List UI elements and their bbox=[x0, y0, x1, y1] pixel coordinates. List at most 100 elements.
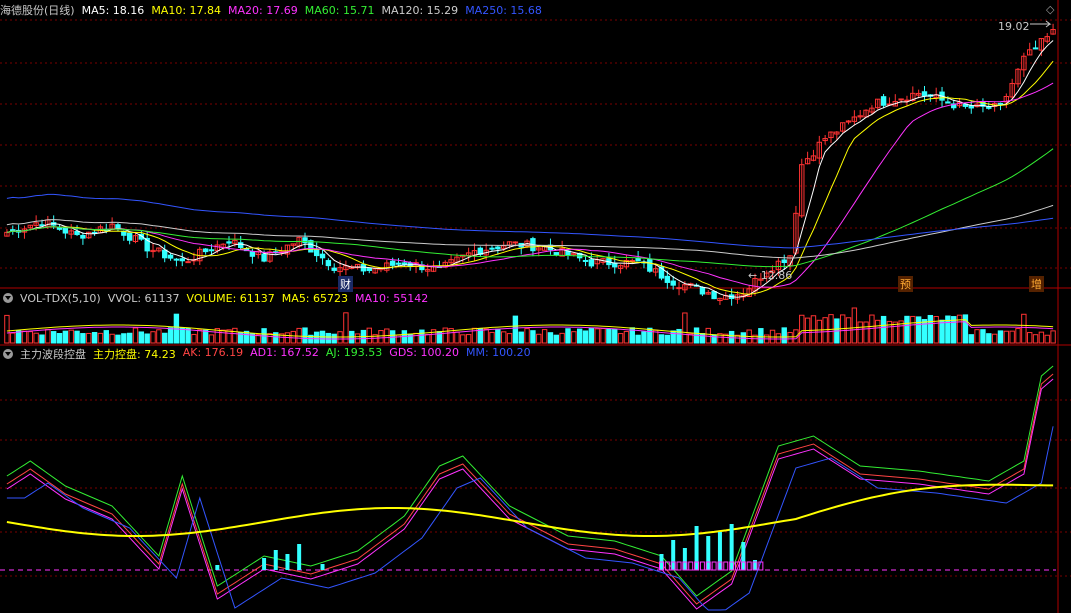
volume-bar bbox=[425, 333, 431, 344]
price-indicator: MA60: 15.71 bbox=[304, 3, 375, 17]
event-mark-financial[interactable]: 财 bbox=[338, 276, 353, 292]
volume-bar bbox=[1003, 330, 1010, 344]
control-indicator: MM: 100.20 bbox=[465, 346, 531, 359]
candle-body bbox=[395, 262, 402, 265]
volume-bar bbox=[1021, 313, 1027, 344]
candle-body bbox=[226, 241, 232, 244]
control-histogram-bar bbox=[285, 554, 290, 570]
control-line bbox=[6, 426, 1054, 611]
volume-bar bbox=[167, 327, 174, 344]
volume-bar bbox=[442, 327, 448, 344]
control-histogram-bar bbox=[717, 532, 722, 570]
volume-bar bbox=[50, 331, 57, 344]
volume-bar bbox=[202, 329, 209, 344]
volume-bar bbox=[915, 316, 922, 344]
volume-bar bbox=[68, 329, 74, 344]
candle-body bbox=[319, 253, 326, 259]
event-mark-increase[interactable]: 增 bbox=[1029, 276, 1044, 292]
control-histogram-bar bbox=[297, 544, 302, 570]
event-mark-forecast[interactable]: 预 bbox=[898, 276, 913, 292]
candle-body bbox=[401, 262, 408, 266]
volume-bar bbox=[927, 314, 934, 344]
candle-body bbox=[389, 260, 396, 266]
volume-bar bbox=[191, 333, 197, 344]
volume-bar bbox=[857, 321, 863, 344]
control-indicator: AK: 176.19 bbox=[182, 346, 244, 359]
control-indicator: 主力控盘: 74.23 bbox=[93, 348, 176, 361]
volume-bar bbox=[62, 330, 69, 344]
control-histogram-bar bbox=[676, 561, 682, 571]
ma10-line bbox=[6, 60, 1054, 295]
high-arrow bbox=[1030, 20, 1052, 28]
volume-bar bbox=[571, 331, 577, 344]
volume-bar bbox=[641, 331, 647, 344]
indicator-panel-title: 主力波段控盘 bbox=[20, 348, 86, 361]
volume-bar bbox=[822, 317, 828, 344]
candle-body bbox=[629, 260, 635, 263]
price-indicator: MA250: 15.68 bbox=[465, 3, 542, 17]
volume-bar bbox=[156, 329, 162, 344]
volume-bar bbox=[565, 328, 571, 344]
volume-bar bbox=[144, 333, 150, 344]
volume-bar bbox=[413, 332, 419, 344]
candle-body bbox=[664, 275, 671, 283]
volume-bar bbox=[313, 331, 320, 344]
main-control-line bbox=[6, 483, 1054, 537]
control-histogram-bar bbox=[682, 548, 687, 570]
volume-bar bbox=[799, 314, 805, 344]
candle-body bbox=[553, 252, 559, 256]
volume-bar bbox=[594, 328, 600, 344]
volume-bar bbox=[103, 330, 109, 344]
control-histogram-bar bbox=[215, 565, 220, 570]
candle-body bbox=[167, 254, 174, 259]
volume-bar bbox=[27, 331, 34, 344]
volume-bar bbox=[45, 328, 51, 344]
diamond-icon[interactable]: ◇ bbox=[1046, 3, 1054, 16]
volume-bar bbox=[179, 327, 185, 344]
volume-bar bbox=[267, 333, 273, 344]
candle-body bbox=[880, 96, 887, 106]
volume-bar bbox=[325, 332, 332, 344]
candle-body bbox=[898, 98, 904, 101]
candle-body bbox=[582, 259, 589, 262]
price-indicator: MA5: 18.16 bbox=[81, 3, 145, 17]
low-price-value: 12.86 bbox=[760, 269, 793, 282]
control-histogram-bar bbox=[688, 561, 694, 571]
control-histogram-bar bbox=[671, 540, 676, 570]
panel-menu-icon[interactable] bbox=[3, 349, 13, 359]
volume-bar bbox=[506, 333, 513, 344]
volume-bar bbox=[1032, 334, 1039, 344]
candle-body bbox=[588, 259, 595, 267]
volume-bar bbox=[197, 329, 203, 344]
volume-bar bbox=[635, 334, 641, 344]
volume-bar bbox=[606, 328, 612, 344]
candle-body bbox=[997, 102, 1004, 105]
candle-body bbox=[612, 262, 618, 268]
volume-bar bbox=[39, 334, 45, 344]
volume-panel-header: VOL-TDX(5,10) VVOL: 61137 VOLUME: 61137 MA… bbox=[0, 290, 428, 306]
volume-bar bbox=[21, 330, 28, 344]
volume-bar bbox=[623, 330, 630, 344]
control-histogram-bar bbox=[711, 561, 717, 571]
volume-bar bbox=[775, 333, 782, 344]
volume-panel-title: VOL-TDX(5,10) bbox=[20, 291, 101, 305]
control-histogram-bar bbox=[729, 524, 734, 570]
candle-body bbox=[179, 258, 185, 262]
volume-bar bbox=[1015, 328, 1021, 344]
candle-body bbox=[921, 91, 928, 97]
stock-chart[interactable] bbox=[0, 0, 1071, 613]
volume-bar bbox=[536, 333, 542, 344]
candle-body bbox=[670, 280, 676, 286]
volume-bar bbox=[290, 330, 297, 344]
volume-bar bbox=[495, 328, 501, 344]
volume-bar bbox=[483, 328, 489, 344]
candle-body bbox=[781, 259, 787, 264]
candle-body bbox=[80, 234, 86, 239]
volume-bar bbox=[150, 331, 156, 344]
volume-bar bbox=[91, 331, 98, 344]
volume-bar bbox=[553, 334, 559, 344]
volume-bar bbox=[559, 332, 565, 344]
volume-indicator: VOLUME: 61137 bbox=[186, 291, 275, 305]
panel-menu-icon[interactable] bbox=[3, 293, 13, 303]
volume-bar bbox=[419, 329, 425, 344]
